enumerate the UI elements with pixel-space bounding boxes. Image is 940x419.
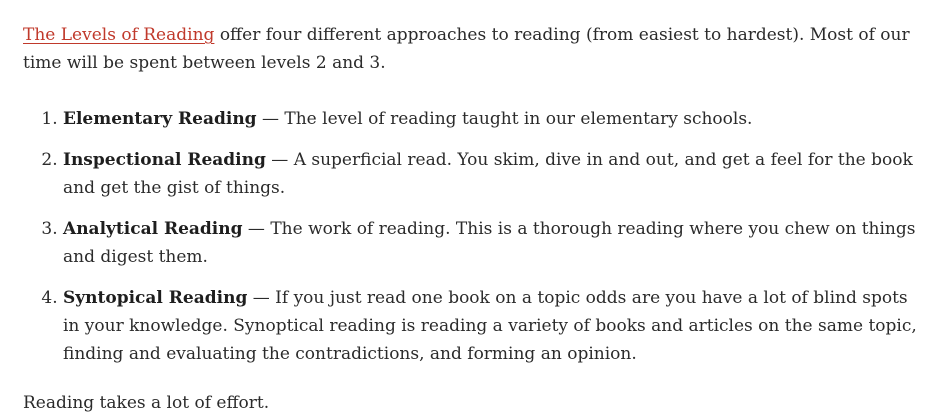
intro-paragraph: The Levels of Reading offer four differe… [23,21,923,77]
list-item-term: Elementary Reading [63,109,257,129]
list-item-description: — The level of reading taught in our ele… [256,109,753,129]
list-item-term: Analytical Reading [63,219,243,239]
levels-of-reading-link[interactable]: The Levels of Reading [23,25,214,45]
list-item-inspectional: Inspectional Reading — A superficial rea… [63,146,923,202]
list-item-term: Syntopical Reading [63,288,248,308]
outro-paragraph: Reading takes a lot of effort. [23,393,270,413]
levels-list: Elementary Reading — The level of readin… [23,105,923,368]
article-body: The Levels of Reading offer four differe… [23,21,923,417]
list-item-syntopical: Syntopical Reading — If you just read on… [63,284,923,368]
list-item-analytical: Analytical Reading — The work of reading… [63,215,923,271]
list-item-term: Inspectional Reading [63,150,266,170]
list-item-elementary: Elementary Reading — The level of readin… [63,105,923,133]
